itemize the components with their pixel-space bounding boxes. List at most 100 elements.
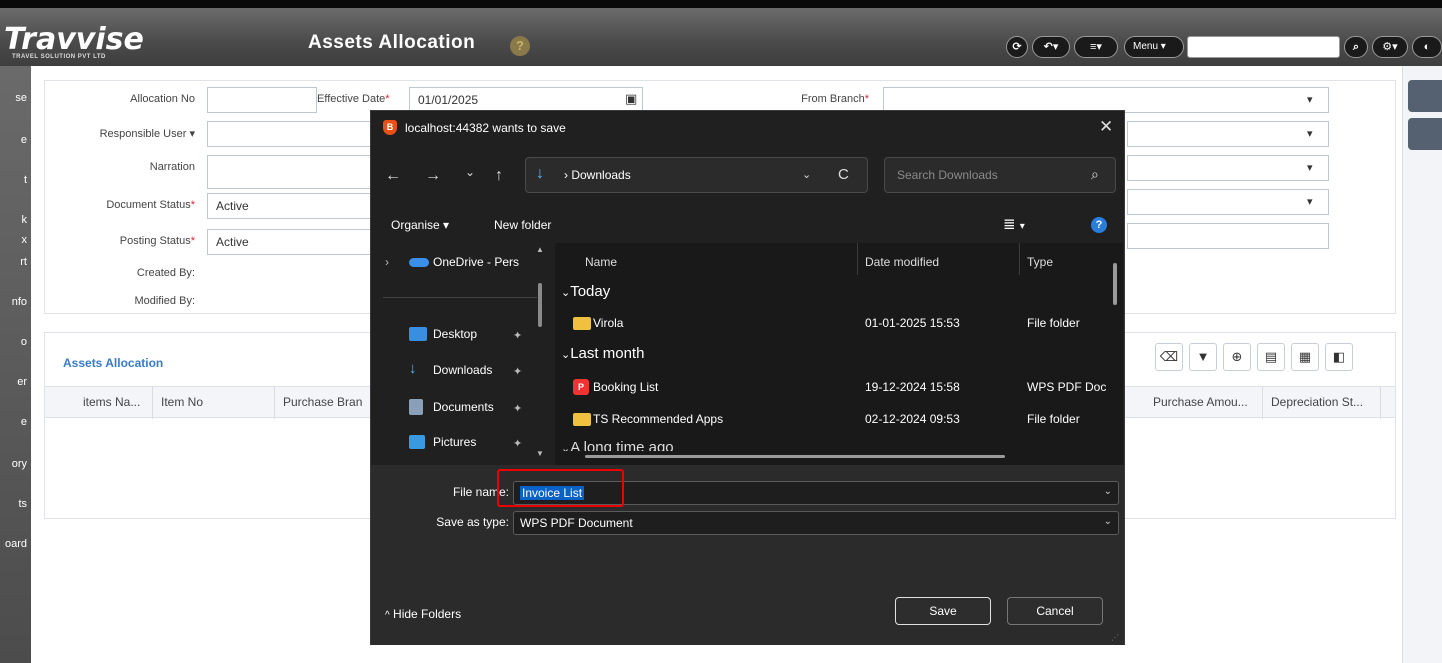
file-list: Name Date modified Type ⌄Today Virola 01… (555, 243, 1123, 465)
nav-item-pictures[interactable]: Pictures (433, 435, 476, 449)
help-icon[interactable]: ? (510, 36, 530, 56)
forward-icon[interactable]: → (425, 167, 441, 185)
list-menu-icon[interactable]: ≡▾ (1074, 36, 1118, 58)
eraser-icon[interactable]: ⌫ (1155, 343, 1183, 371)
nav-item-downloads[interactable]: Downloads (433, 363, 492, 377)
column-header[interactable]: Purchase Amou... (1145, 387, 1263, 419)
vertical-scrollbar[interactable] (1113, 263, 1117, 305)
allocation-no-input[interactable] (207, 87, 317, 113)
column-name[interactable]: Name (585, 255, 617, 269)
nav-item-desktop[interactable]: Desktop (433, 327, 477, 341)
dialog-title-bar: B localhost:44382 wants to save ✕ (371, 111, 1124, 145)
sidebar-item[interactable]: e (0, 134, 31, 146)
save-button[interactable]: Save (895, 597, 991, 625)
column-header[interactable]: Item No (153, 387, 275, 419)
resize-grip-icon[interactable]: ⋰ (1111, 633, 1119, 642)
sidebar-item[interactable]: t (0, 174, 31, 186)
chevron-down-icon: ▾ (1307, 94, 1313, 106)
right-action-button[interactable] (1408, 118, 1442, 150)
sidebar-item[interactable]: x (0, 234, 31, 246)
close-icon[interactable]: ✕ (1099, 117, 1113, 137)
menu-label: Menu (1133, 41, 1159, 52)
menu-caret-icon: ▾ (1160, 41, 1166, 52)
refresh-icon[interactable]: ⟳ (1006, 36, 1028, 58)
recent-locations-icon[interactable]: ⌄ (465, 165, 475, 179)
sidebar-item[interactable]: k (0, 214, 31, 226)
calendar-icon[interactable]: ▣ (625, 91, 637, 107)
file-type: File folder (1027, 412, 1080, 426)
column-header[interactable]: items Na... (75, 387, 153, 419)
columns-icon[interactable]: ◧ (1325, 343, 1353, 371)
nav-item-documents[interactable]: Documents (433, 400, 494, 414)
hide-folders-button[interactable]: ^ Hide Folders (385, 607, 461, 621)
expand-chevron-icon[interactable]: › (385, 255, 389, 269)
branch-field-5[interactable] (1127, 223, 1329, 249)
allocation-no-label: Allocation No (130, 93, 195, 105)
branch-field-2[interactable] (1127, 121, 1329, 147)
view-icon[interactable]: ≣ ▾ (1003, 215, 1025, 233)
sidebar-item[interactable]: o (0, 336, 31, 348)
help-icon[interactable]: ? (1091, 217, 1107, 233)
nav-item-onedrive[interactable]: OneDrive - Pers (433, 255, 543, 269)
file-row[interactable]: Virola 01-01-2025 15:53 File folder (555, 313, 1115, 335)
branch-field-4[interactable] (1127, 189, 1329, 215)
posting-status-label: Posting Status* (119, 235, 195, 247)
column-separator (857, 243, 858, 275)
address-bar[interactable]: ↓ › Downloads ⌄ C (525, 157, 868, 193)
sidebar-item[interactable]: se (0, 92, 31, 104)
back-icon[interactable]: ← (385, 167, 401, 185)
save-file-dialog: B localhost:44382 wants to save ✕ ← → ⌄ … (370, 110, 1125, 645)
header-search-input[interactable] (1187, 36, 1340, 58)
sidebar-item[interactable]: e (0, 416, 31, 428)
search-placeholder: Search Downloads (897, 168, 998, 182)
pin-icon: ✦ (513, 438, 523, 450)
sidebar-item[interactable]: ory (0, 458, 31, 470)
responsible-user-select[interactable] (207, 121, 377, 147)
chevron-down-icon[interactable]: ⌄ (802, 168, 811, 181)
sidebar-item[interactable]: rt (0, 256, 31, 268)
zoom-icon[interactable]: ⊕ (1223, 343, 1251, 371)
new-folder-button[interactable]: New folder (494, 218, 551, 232)
branch-field-3[interactable] (1127, 155, 1329, 181)
pin-icon: ✦ (513, 403, 523, 415)
column-header[interactable]: Depreciation St... (1263, 387, 1381, 419)
language-icon[interactable]: ⚙▾ (1372, 36, 1408, 58)
sidebar-item[interactable]: oard (0, 538, 31, 550)
horizontal-scrollbar[interactable] (585, 455, 1005, 458)
excel-export-icon[interactable]: ▦ (1291, 343, 1319, 371)
organise-button[interactable]: Organise ▾ (391, 218, 449, 232)
menu-button[interactable]: Menu ▾ (1124, 36, 1184, 58)
column-type[interactable]: Type (1027, 255, 1053, 269)
file-row[interactable]: TS Recommended Apps 02-12-2024 09:53 Fil… (555, 409, 1115, 431)
pdf-export-icon[interactable]: ▤ (1257, 343, 1285, 371)
filter-icon[interactable]: ▼ (1189, 343, 1217, 371)
sidebar-item[interactable]: er (0, 376, 31, 388)
user-icon[interactable]: ◐ (1412, 36, 1442, 58)
search-icon[interactable]: ⌕ (1344, 36, 1368, 58)
dialog-title: localhost:44382 wants to save (405, 121, 566, 135)
pin-icon: ✦ (513, 330, 523, 342)
document-status-select[interactable]: Active (207, 193, 377, 219)
column-date-modified[interactable]: Date modified (865, 255, 939, 269)
file-date: 01-01-2025 15:53 (865, 316, 960, 330)
refresh-icon[interactable]: C (838, 166, 849, 183)
search-input[interactable]: Search Downloads ⌕ (884, 157, 1116, 193)
narration-input[interactable] (207, 155, 377, 189)
responsible-user-label: Responsible User ▾ (99, 128, 195, 140)
group-last-month[interactable]: ⌄Last month (561, 345, 644, 362)
sidebar-item[interactable]: ts (0, 498, 31, 510)
cancel-button[interactable]: Cancel (1007, 597, 1103, 625)
column-header[interactable]: Purchase Bran (275, 387, 375, 419)
group-today[interactable]: ⌄Today (561, 283, 610, 300)
group-long-ago[interactable]: ⌄A long time ago (561, 439, 674, 451)
posting-status-select[interactable]: Active (207, 229, 377, 255)
file-date: 19-12-2024 15:58 (865, 380, 960, 394)
up-icon[interactable]: ↑ (495, 167, 503, 185)
nav-scrollbar[interactable]: ▲ ▼ (536, 243, 544, 465)
pdf-icon: P (573, 379, 589, 395)
sidebar-item[interactable]: nfo (0, 296, 31, 308)
save-type-select[interactable]: WPS PDF Document ⌄ (513, 511, 1119, 535)
file-row[interactable]: P Booking List 19-12-2024 15:58 WPS PDF … (555, 377, 1115, 399)
history-icon[interactable]: ↶▾ (1032, 36, 1070, 58)
right-action-button[interactable] (1408, 80, 1442, 112)
